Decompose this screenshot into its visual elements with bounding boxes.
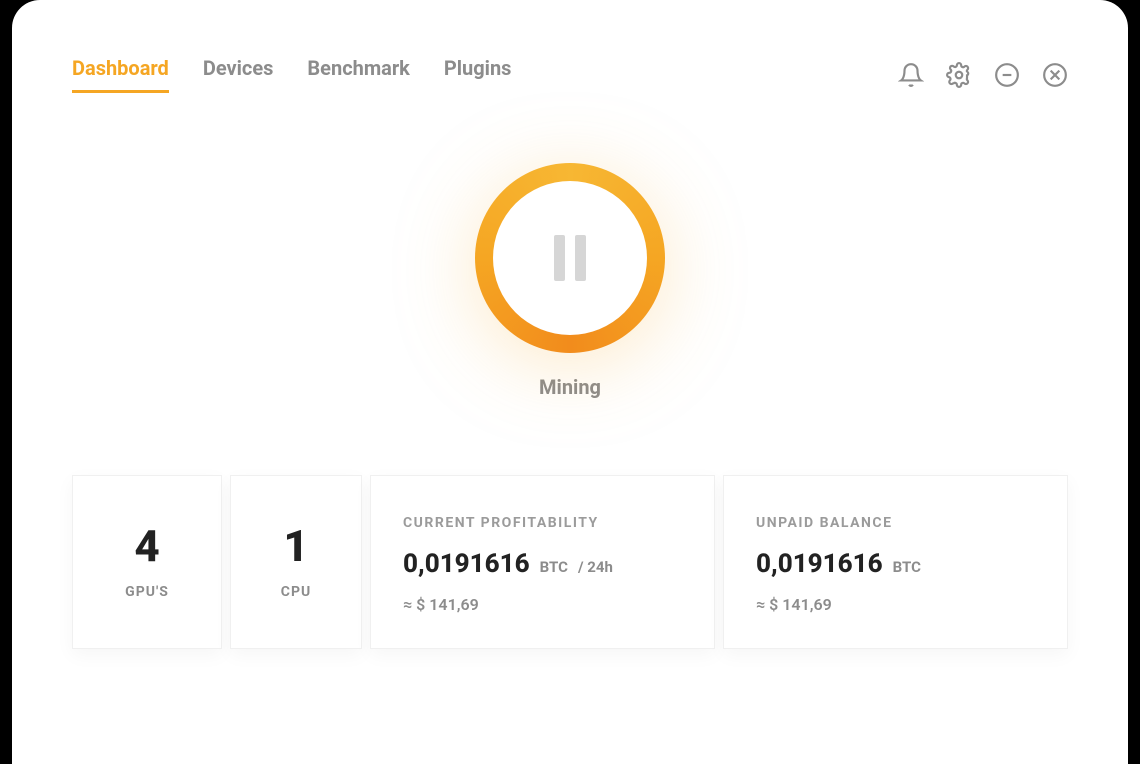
profitability-approx: ≈ $ 141,69 bbox=[403, 595, 682, 614]
balance-value: 0,0191616 bbox=[756, 549, 883, 579]
profitability-unit: BTC bbox=[540, 558, 568, 576]
gear-icon[interactable] bbox=[946, 62, 972, 88]
nav-tabs: Dashboard Devices Benchmark Plugins bbox=[72, 56, 511, 93]
profitability-title: CURRENT PROFITABILITY bbox=[403, 515, 682, 531]
app-window: Dashboard Devices Benchmark Plugins bbox=[12, 0, 1128, 764]
card-profitability: CURRENT PROFITABILITY 0,0191616 BTC / 24… bbox=[370, 475, 715, 649]
gpus-label: GPU'S bbox=[125, 584, 169, 600]
close-icon[interactable] bbox=[1042, 62, 1068, 88]
stats-row: 4 GPU'S 1 CPU CURRENT PROFITABILITY 0,01… bbox=[72, 475, 1068, 649]
card-gpus: 4 GPU'S bbox=[72, 475, 222, 649]
profitability-value: 0,0191616 bbox=[403, 549, 530, 579]
tab-dashboard[interactable]: Dashboard bbox=[72, 56, 169, 93]
pause-icon bbox=[554, 235, 586, 281]
balance-unit: BTC bbox=[893, 558, 921, 576]
topbar-icons bbox=[898, 62, 1068, 88]
profitability-per: / 24h bbox=[578, 558, 613, 576]
balance-title: UNPAID BALANCE bbox=[756, 515, 1035, 531]
tab-benchmark[interactable]: Benchmark bbox=[307, 56, 409, 93]
tab-plugins[interactable]: Plugins bbox=[444, 56, 512, 93]
card-balance: UNPAID BALANCE 0,0191616 BTC ≈ $ 141,69 bbox=[723, 475, 1068, 649]
gpus-value: 4 bbox=[134, 524, 159, 568]
balance-approx: ≈ $ 141,69 bbox=[756, 595, 1035, 614]
mining-toggle[interactable] bbox=[475, 163, 665, 353]
tab-devices[interactable]: Devices bbox=[203, 56, 274, 93]
bell-icon[interactable] bbox=[898, 62, 924, 88]
cpu-value: 1 bbox=[283, 524, 308, 568]
mining-status-label: Mining bbox=[539, 375, 601, 399]
topbar: Dashboard Devices Benchmark Plugins bbox=[72, 56, 1068, 93]
cpu-label: CPU bbox=[281, 584, 311, 600]
minimize-icon[interactable] bbox=[994, 62, 1020, 88]
card-cpu: 1 CPU bbox=[230, 475, 362, 649]
mining-area: Mining bbox=[72, 163, 1068, 399]
